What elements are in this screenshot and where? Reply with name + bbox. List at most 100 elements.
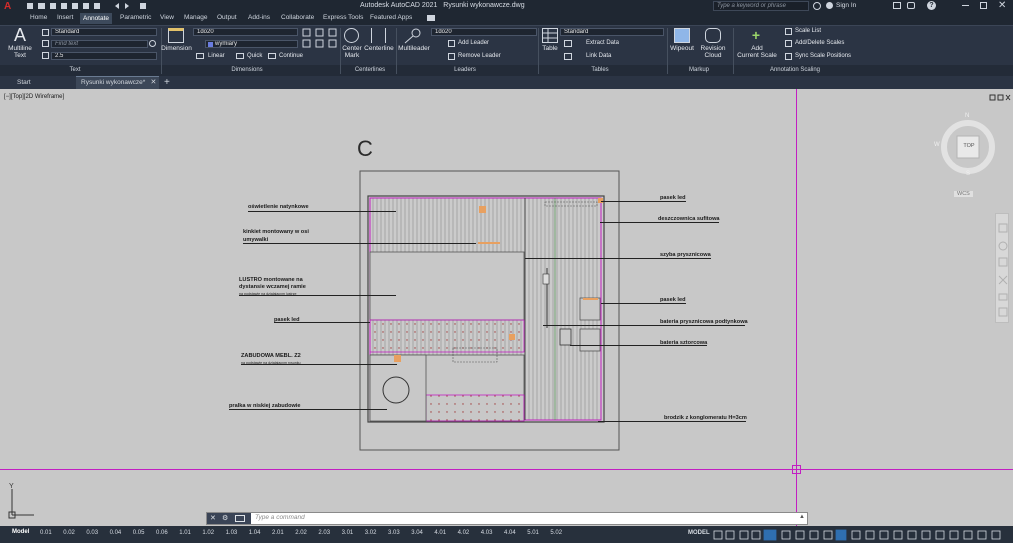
group-label-leaders[interactable]: Leaders [445,67,485,73]
layout-tab-0.04[interactable]: 0.04 [110,530,122,536]
viewport-controls[interactable]: [−][Top][2D Wireframe] [4,94,64,100]
layout-tab-3.04[interactable]: 3.04 [411,530,423,536]
multileader-button[interactable]: Multileader [397,45,431,52]
centerline-icon[interactable] [371,28,386,43]
restore-window-button[interactable] [980,2,987,9]
continue-dim-button[interactable]: Continue [279,53,303,59]
layout-tab-3.01[interactable]: 3.01 [342,530,354,536]
extract-data-button[interactable]: Extract Data [586,40,619,46]
tab-parametric[interactable]: Parametric [120,14,151,21]
scale-list-button[interactable]: Scale List [795,28,821,34]
wipeout-icon[interactable] [674,28,690,43]
layout-tab-1.04[interactable]: 1.04 [249,530,261,536]
dim-linear-icon[interactable] [196,53,204,59]
dimension-icon[interactable] [168,28,184,43]
model-tab[interactable]: Model [12,529,29,535]
add-current-scale-icon[interactable]: + [748,28,764,43]
new-tab-icon[interactable]: + [164,76,170,89]
cart-icon[interactable] [893,2,901,9]
remove-leader-button[interactable]: Remove Leader [458,53,501,59]
multiline-text-icon[interactable]: A [12,26,28,44]
find-search-icon[interactable] [149,40,156,47]
add-delete-scales-icon[interactable] [785,40,792,47]
group-label-text[interactable]: Text [60,67,90,73]
add-delete-scales-button[interactable]: Add/Delete Scales [795,40,844,46]
text-style-dropdown[interactable]: Standard [51,28,157,36]
centerline-button[interactable]: Centerline [362,45,396,52]
wcs-menu[interactable]: WCS [954,191,973,197]
layout-tab-2.01[interactable]: 2.01 [272,530,284,536]
tab-insert[interactable]: Insert [57,14,73,21]
layout-tab-4.04[interactable]: 4.04 [504,530,516,536]
revision-cloud-icon[interactable] [705,28,721,43]
extract-data-icon[interactable] [564,40,572,47]
user-icon[interactable] [826,2,833,9]
layout-tab-0.01[interactable]: 0.01 [40,530,52,536]
layout-tab-5.02[interactable]: 5.02 [550,530,562,536]
command-expand-icon[interactable]: ▲ [799,514,805,520]
add-leader-icon[interactable] [448,40,455,47]
sign-in-link[interactable]: Sign In [836,2,856,9]
quick-dim-button[interactable]: Quick [247,53,262,59]
dim-layer-dropdown[interactable]: wymiary [205,40,298,48]
search-icon[interactable] [813,2,821,10]
tab-featured-apps[interactable]: Featured Apps [370,14,412,21]
ribbon-toggle-icon[interactable] [427,15,435,21]
minimize-window-button[interactable] [962,5,969,6]
multileader-icon[interactable] [403,28,421,44]
search-box[interactable]: Type a keyword or phrase [713,1,809,11]
remove-leader-icon[interactable] [448,53,455,60]
close-command-icon[interactable]: ✕ [210,513,216,524]
tab-manage[interactable]: Manage [184,14,208,21]
layout-tab-2.03[interactable]: 2.03 [318,530,330,536]
quick-access-icons[interactable] [27,2,155,10]
help-icon[interactable]: ? [927,1,936,10]
recent-commands-icon[interactable] [235,515,245,522]
autocad-logo[interactable]: A [4,1,16,12]
revision-cloud-button[interactable]: Revision Cloud [697,45,729,59]
scale-list-icon[interactable] [785,28,792,35]
command-line[interactable]: ✕ ⚙ Type a command ▲ [206,512,808,525]
dim-linear-button[interactable]: Linear [208,53,225,59]
sync-scale-button[interactable]: Sync Scale Positions [795,53,851,59]
group-label-tables[interactable]: Tables [585,67,615,73]
layout-tab-0.06[interactable]: 0.06 [156,530,168,536]
table-icon[interactable] [542,28,558,43]
model-space-toggle[interactable]: MODEL [688,530,710,536]
group-label-annotation-scaling[interactable]: Annotation Scaling [760,67,830,73]
layout-tab-0.02[interactable]: 0.02 [63,530,75,536]
quick-dim-icon[interactable] [236,53,244,59]
navigation-bar[interactable] [995,213,1009,323]
tab-home[interactable]: Home [30,14,47,21]
table-style-dropdown[interactable]: Standard [560,28,664,36]
table-button[interactable]: Table [540,45,560,52]
tab-collaborate[interactable]: Collaborate [281,14,314,21]
continue-dim-icon[interactable] [268,53,276,59]
tab-express-tools[interactable]: Express Tools [323,14,363,21]
text-height-dropdown[interactable]: 2.5 [51,52,157,60]
group-label-centerlines[interactable]: Centerlines [345,67,395,73]
link-data-button[interactable]: Link Data [586,53,611,59]
find-text-input[interactable]: Find text [51,40,148,48]
close-tab-icon[interactable]: ✕ [150,77,156,89]
layout-tab-4.01[interactable]: 4.01 [434,530,446,536]
layout-tab-3.02[interactable]: 3.02 [365,530,377,536]
layout-tab-2.02[interactable]: 2.02 [295,530,307,536]
layout-tab-0.05[interactable]: 0.05 [133,530,145,536]
layout-tab-4.02[interactable]: 4.02 [458,530,470,536]
tab-view[interactable]: View [160,14,174,21]
dim-tools-icons[interactable] [302,28,338,60]
add-current-scale-button[interactable]: Add Current Scale [737,45,777,59]
dimension-button[interactable]: Dimension [160,45,193,52]
layout-tab-1.02[interactable]: 1.02 [202,530,214,536]
add-leader-button[interactable]: Add Leader [458,40,489,46]
wipeout-button[interactable]: Wipeout [668,45,696,52]
tab-drawing[interactable]: Rysunki wykonawcze* ✕ [76,76,160,89]
status-tool-icons[interactable] [712,529,1012,541]
layout-tab-1.03[interactable]: 1.03 [226,530,238,536]
sync-scale-icon[interactable] [785,53,792,60]
layout-tab-4.03[interactable]: 4.03 [481,530,493,536]
group-label-markup[interactable]: Markup [683,67,715,73]
tab-add-ins[interactable]: Add-ins [248,14,270,21]
center-mark-icon[interactable] [344,28,359,43]
